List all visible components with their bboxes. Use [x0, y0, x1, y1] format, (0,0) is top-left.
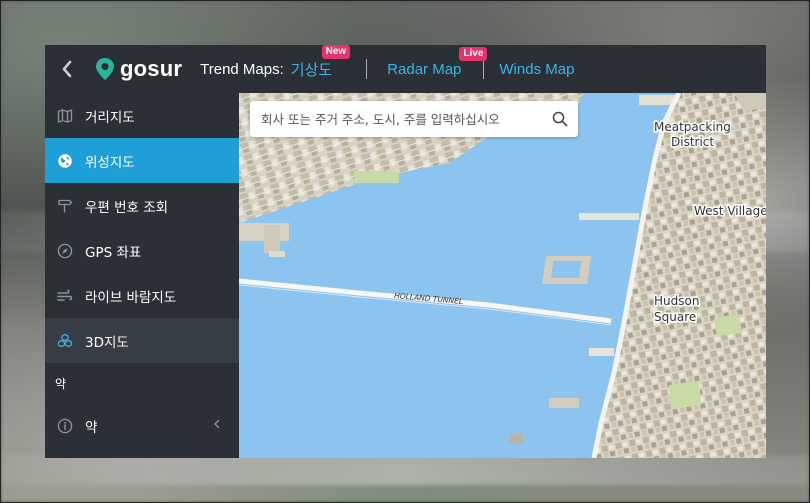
satellite-3d-map[interactable]: HOLLAND TUNNEL Meatpacking District West…: [239, 93, 766, 458]
chevron-left-icon: [62, 60, 72, 78]
sidebar-section-heading: 약: [55, 376, 67, 391]
search-icon: [552, 111, 568, 127]
signpost-icon: [57, 198, 73, 214]
weather-map-label: 기상도: [290, 61, 333, 79]
nav-divider: [483, 59, 485, 79]
sidebar-item-label: 거리지도: [85, 109, 135, 126]
location-pin-icon: [96, 58, 114, 80]
sidebar-item-live-wind-map[interactable]: 라이브 바람지도: [45, 273, 239, 318]
map-view[interactable]: HOLLAND TUNNEL Meatpacking District West…: [239, 93, 766, 458]
radar-map-link[interactable]: Radar Map Live: [387, 46, 488, 78]
sidebar-item-street-map[interactable]: 거리지도: [45, 93, 239, 138]
sidebar-item-label: 약: [85, 420, 98, 436]
top-bar: gosur Trend Maps: 기상도 New Radar Map Live…: [45, 45, 766, 93]
map-label-hudson: Hudson: [654, 294, 699, 308]
trend-maps-label: Trend Maps:: [200, 60, 284, 78]
compass-icon: [57, 243, 73, 259]
pier: [509, 433, 523, 443]
logo-text: gosur: [120, 56, 183, 81]
sidebar-item-label: 위성지도: [85, 154, 135, 171]
pier: [589, 348, 614, 356]
sidebar-item-3d-map[interactable]: 3D지도: [45, 318, 239, 363]
building: [264, 225, 280, 253]
map-label-meatpacking: Meatpacking: [654, 120, 731, 134]
map-label-district: District: [671, 135, 714, 149]
nav-divider: [366, 59, 368, 79]
search-box: [250, 101, 578, 137]
wind-icon: [57, 288, 73, 304]
sidebar-item-gps-coordinates[interactable]: GPS 좌표: [45, 228, 239, 273]
pier: [579, 213, 639, 220]
new-badge: New: [321, 45, 351, 59]
weather-map-link[interactable]: 기상도 New: [290, 45, 351, 80]
sidebar: 거리지도 위성지도 우편 번호 조회 GPS 좌표 라이브 바람지도 3D지도 …: [45, 93, 239, 458]
sidebar-item-label: 우편 번호 조회: [85, 199, 169, 216]
sidebar-item-zip-lookup[interactable]: 우편 번호 조회: [45, 183, 239, 228]
sidebar-item-satellite-map[interactable]: 위성지도: [45, 138, 239, 183]
map-label-west-village: West Village: [694, 204, 766, 218]
sidebar-item-label: GPS 좌표: [85, 244, 142, 261]
logo[interactable]: gosur: [95, 56, 182, 82]
info-icon: [57, 418, 73, 434]
app-window: gosur Trend Maps: 기상도 New Radar Map Live…: [45, 45, 766, 458]
sidebar-item-label: 라이브 바람지도: [85, 289, 177, 306]
radar-map-label: Radar Map: [387, 60, 462, 78]
search-button[interactable]: [542, 101, 578, 137]
light-streak: [0, 455, 810, 485]
pier: [549, 398, 579, 408]
search-input[interactable]: [250, 101, 542, 137]
map-label-square: Square: [654, 310, 696, 324]
globe-icon: [57, 153, 73, 169]
chevron-left-icon: [214, 419, 220, 429]
map-icon: [57, 108, 73, 124]
live-badge: Live: [459, 46, 488, 61]
park: [669, 381, 701, 409]
back-button[interactable]: [47, 45, 87, 93]
sidebar-item-about[interactable]: 약: [45, 403, 239, 449]
pier-pool: [550, 261, 582, 278]
pier: [269, 251, 285, 257]
cubes-icon: [57, 333, 73, 349]
winds-map-link[interactable]: Winds Map: [499, 61, 574, 78]
sidebar-item-label: 3D지도: [85, 334, 129, 351]
pier: [354, 171, 399, 183]
